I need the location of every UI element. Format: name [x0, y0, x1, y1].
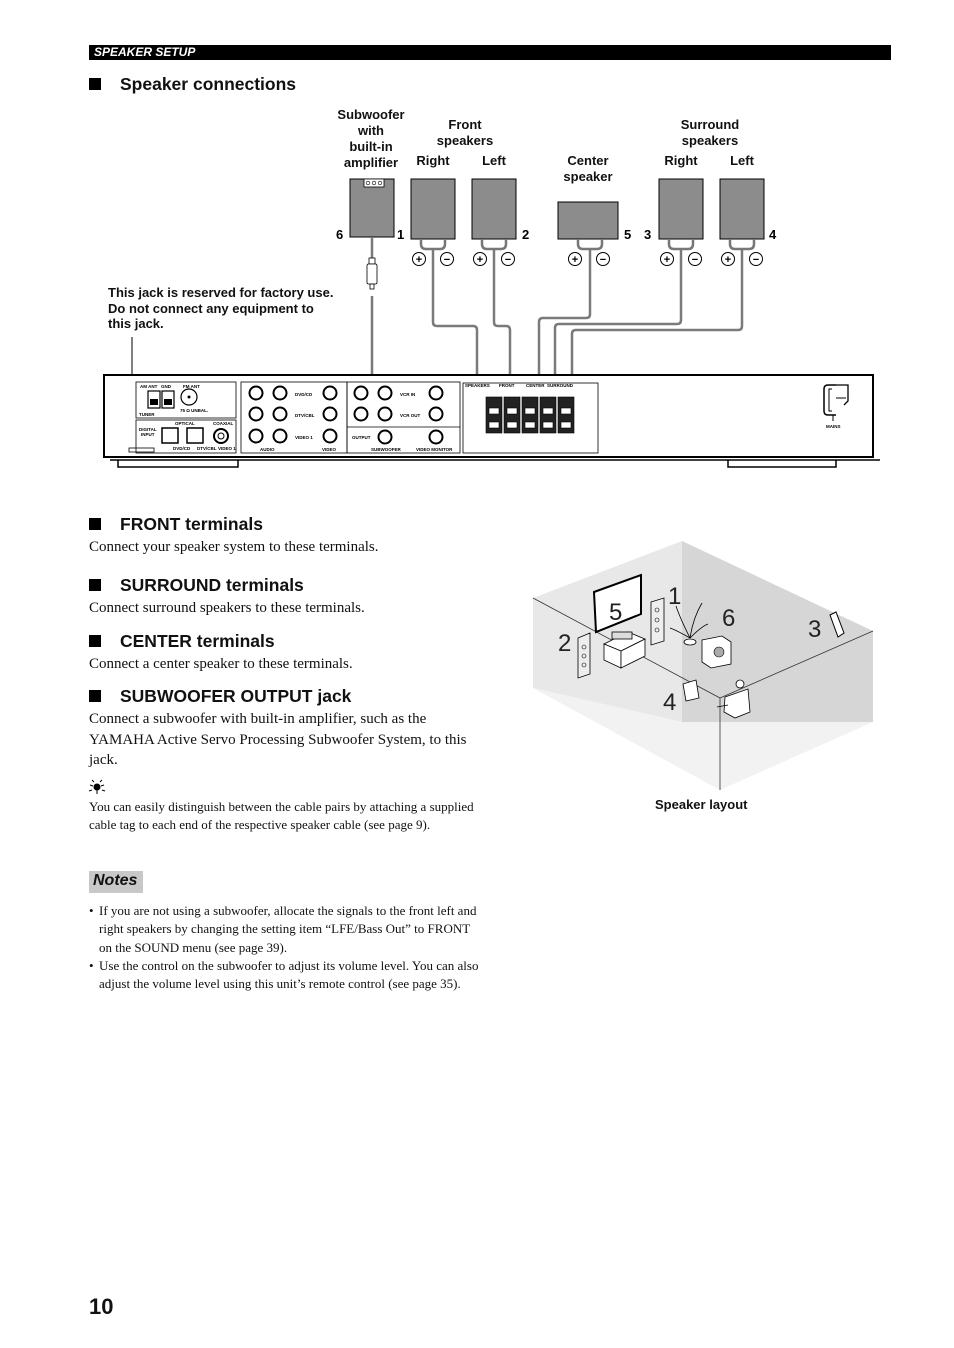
heading-square-icon: [89, 635, 101, 647]
plant-icon: [669, 602, 709, 646]
coaxial-3-label: VIDEO 1: [218, 446, 236, 451]
tuner-label: TUNER: [139, 412, 155, 417]
layout-number-6: 6: [722, 605, 735, 632]
video1-label: VIDEO 1: [295, 435, 313, 440]
surround-terminals-heading: SURROUND terminals: [89, 575, 304, 596]
front-right-speaker-icon: [650, 597, 665, 646]
heading-square-icon: [89, 518, 101, 530]
heading-text: FRONT terminals: [120, 514, 263, 534]
center-terminals-heading: CENTER terminals: [89, 631, 275, 652]
speaker-number-6: 6: [336, 227, 343, 242]
speaker-number-5: 5: [624, 227, 631, 242]
layout-number-1: 1: [668, 583, 681, 610]
subwoofer-output-heading: SUBWOOFER OUTPUT jack: [89, 686, 351, 707]
front-left-speaker-icon: [577, 632, 591, 679]
audio-label: AUDIO: [260, 447, 275, 452]
surround-right-speaker-box: [658, 178, 704, 240]
minus-symbol: −: [692, 254, 698, 266]
speaker-number-3: 3: [644, 227, 651, 242]
notes-label: Notes: [93, 872, 138, 889]
surround-terminals-body: Connect surround speakers to these termi…: [89, 600, 365, 616]
layout-number-3: 3: [808, 616, 821, 643]
notes-badge: Notes: [89, 871, 143, 893]
speaker-number-4: 4: [769, 227, 777, 242]
minus-symbol: −: [753, 254, 759, 266]
speakers-label: SPEAKERS: [465, 383, 490, 388]
speaker-number-1: 1: [397, 227, 404, 242]
lightbulb-tip-icon: [88, 779, 106, 794]
video-label: VIDEO: [322, 447, 337, 452]
video-monitor-label: VIDEO MONITOR: [416, 447, 453, 452]
layout-number-5: 5: [609, 599, 622, 626]
front-right-speaker-box: [410, 178, 456, 240]
heading-text: SUBWOOFER OUTPUT jack: [120, 686, 352, 706]
receiver-rear-panel: AM ANT GND FM ANT TUNER 75 Ω UNBAL. DIGI…: [103, 374, 880, 468]
fm-ohm-label: 75 Ω UNBAL.: [180, 408, 208, 413]
optical-2-label: DTV/CBL: [197, 446, 217, 451]
front-left-speaker-box: [471, 178, 517, 240]
optical-1-label: DVD/CD: [173, 446, 191, 451]
subwoofer-jack-label: SUBWOOFER: [371, 447, 401, 452]
vcr-in-label: VCR IN: [400, 392, 415, 397]
center-speaker-box: [557, 201, 619, 240]
surround-left-speaker-icon: [682, 679, 700, 702]
fm-ant-label: FM ANT: [183, 384, 200, 389]
front-terminals-body: Connect your speaker system to these ter…: [89, 539, 379, 555]
heading-text: CENTER terminals: [120, 631, 275, 651]
surround-left-speaker-box: [719, 178, 765, 240]
note-item: Use the control on the subwoofer to adju…: [89, 957, 479, 994]
front-terminals-heading: FRONT terminals: [89, 514, 263, 535]
minus-symbol: −: [600, 254, 606, 266]
layout-number-4: 4: [663, 689, 676, 716]
optical-label: OPTICAL: [175, 421, 195, 426]
speaker-number-2: 2: [522, 227, 529, 242]
plus-symbol: +: [477, 254, 483, 266]
heading-square-icon: [89, 579, 101, 591]
plus-symbol: +: [664, 254, 670, 266]
subwoofer-icon: [701, 635, 732, 669]
layout-number-2: 2: [558, 630, 571, 657]
dtv-cbl-label: DTV/CBL: [295, 413, 315, 418]
speaker-layout-caption: Speaker layout: [655, 797, 748, 812]
heading-square-icon: [89, 690, 101, 702]
tv-stand-icon: [603, 631, 646, 669]
coaxial-label: COAXIAL: [213, 421, 234, 426]
front-terminal-label: FRONT: [499, 383, 515, 388]
plus-symbol: +: [725, 254, 731, 266]
am-ant-label: AM ANT: [140, 384, 158, 389]
notes-list: If you are not using a subwoofer, alloca…: [89, 902, 479, 993]
surround-terminal-label: SURROUND: [547, 383, 574, 388]
center-terminals-body: Connect a center speaker to these termin…: [89, 656, 353, 672]
surround-right-speaker-icon: [829, 611, 845, 638]
dvd-cd-label: DVD/CD: [295, 392, 313, 397]
tv-icon: [592, 573, 642, 634]
gnd-label: GND: [161, 384, 172, 389]
minus-symbol: −: [505, 254, 511, 266]
note-item: If you are not using a subwoofer, alloca…: [89, 902, 479, 957]
digital-input-label-2: INPUT: [141, 432, 155, 437]
polarity-markers: [412, 252, 763, 266]
center-terminal-label: CENTER: [526, 383, 545, 388]
page-number: 10: [89, 1294, 114, 1319]
minus-symbol: −: [444, 254, 450, 266]
mains-label: MAINS: [826, 424, 841, 429]
listener-chair-icon: [716, 679, 751, 719]
subwoofer-box: [349, 178, 395, 238]
plus-symbol: +: [416, 254, 422, 266]
plus-symbol: +: [572, 254, 578, 266]
vcr-out-label: VCR OUT: [400, 413, 421, 418]
tip-text: You can easily distinguish between the c…: [89, 799, 474, 833]
speaker-connection-diagram: 6 1 2 5 3 4 + − + − + − + − + − AM ANT G…: [103, 178, 880, 468]
output-label: OUTPUT: [352, 435, 371, 440]
heading-text: SURROUND terminals: [120, 575, 304, 595]
subwoofer-output-body: Connect a subwoofer with built-in amplif…: [89, 711, 467, 768]
